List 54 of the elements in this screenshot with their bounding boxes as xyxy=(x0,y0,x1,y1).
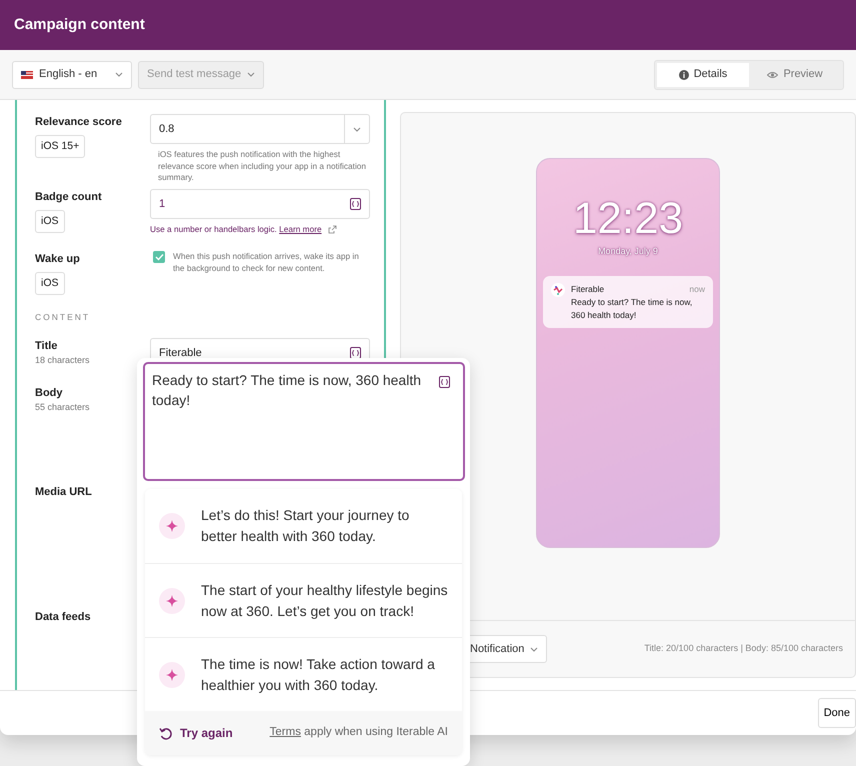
notification-app-name: Fiterable xyxy=(571,283,604,296)
platform-tag: iOS xyxy=(35,210,65,234)
relevance-select[interactable]: 0.8 xyxy=(150,114,370,144)
character-count: 55 characters xyxy=(35,401,91,414)
info-icon xyxy=(678,70,689,80)
suggestion-item[interactable]: The start of your healthy lifestyle begins now at 360. Let’s get you on track! xyxy=(145,563,462,637)
done-button[interactable]: Done xyxy=(818,698,856,728)
refresh-icon xyxy=(159,726,172,740)
field-label: Relevance score xyxy=(35,115,123,130)
code-icon xyxy=(350,198,361,210)
character-count: 18 characters xyxy=(35,354,91,368)
checkbox[interactable] xyxy=(153,251,165,263)
sparkle-icon xyxy=(166,520,178,532)
platform-tag: iOS xyxy=(35,272,65,296)
eye-icon xyxy=(767,70,778,78)
external-link-icon xyxy=(328,225,337,234)
view-tab[interactable]: Details xyxy=(657,62,749,86)
checkmark-icon xyxy=(154,253,164,261)
lock-screen-date: Monday, July 9 xyxy=(598,244,658,258)
sparkle-icon xyxy=(166,668,178,680)
field-label: Wake up xyxy=(35,252,81,267)
chevron-icon xyxy=(247,72,256,77)
character-counts: Title: 20/100 characters | Body: 85/100 characters xyxy=(644,642,843,656)
text-field[interactable]: 1 xyxy=(150,189,370,219)
sparkle-icon xyxy=(166,594,178,606)
learn-more-link[interactable]: Learn more xyxy=(279,224,322,234)
chevron-icon xyxy=(530,646,538,652)
terms-note: Terms apply when using Iterable AI xyxy=(270,725,448,740)
language-dropdown[interactable]: English - en xyxy=(12,60,132,88)
view-tab[interactable]: Preview xyxy=(749,62,841,86)
platform-tag: iOS 15+ xyxy=(35,134,86,158)
suggestion-item[interactable]: The time is now! Take action toward a healthier you with 360 today. xyxy=(145,637,462,711)
lock-screen-time: 12:23 xyxy=(572,196,684,240)
code-icon xyxy=(439,376,450,388)
try-again-button[interactable]: Try again xyxy=(159,724,233,742)
field-label: Badge count xyxy=(35,190,103,205)
help-text: Use a number or handelbars logic. xyxy=(150,224,278,234)
chevron-icon xyxy=(115,72,123,77)
field-label: Media URL xyxy=(35,484,93,500)
chevron-icon xyxy=(353,126,361,132)
body-field[interactable]: Ready to start? The time is now, 360 health today! xyxy=(143,362,465,481)
notification-time: now xyxy=(689,283,705,296)
notification-text: Ready to start? The time is now, 360 health today! xyxy=(571,296,694,322)
app-icon xyxy=(551,283,565,297)
help-text: iOS features the push notification with the highest relevance score when including your app in a notification summary. xyxy=(157,149,368,184)
field-label: Body xyxy=(35,386,64,401)
flag-icon xyxy=(21,70,33,78)
field-label: Title xyxy=(35,338,58,354)
help-text: When this push notification arrives, wake its app in the background to check for new content. xyxy=(173,251,360,274)
field-label: Data feeds xyxy=(35,610,92,625)
section-heading: CONTENT xyxy=(35,311,92,324)
window-title: Campaign content xyxy=(14,14,145,35)
suggestion-item[interactable]: Let’s do this! Start your journey to better health with 360 today. xyxy=(145,489,462,563)
terms-link[interactable]: Terms xyxy=(270,726,301,738)
